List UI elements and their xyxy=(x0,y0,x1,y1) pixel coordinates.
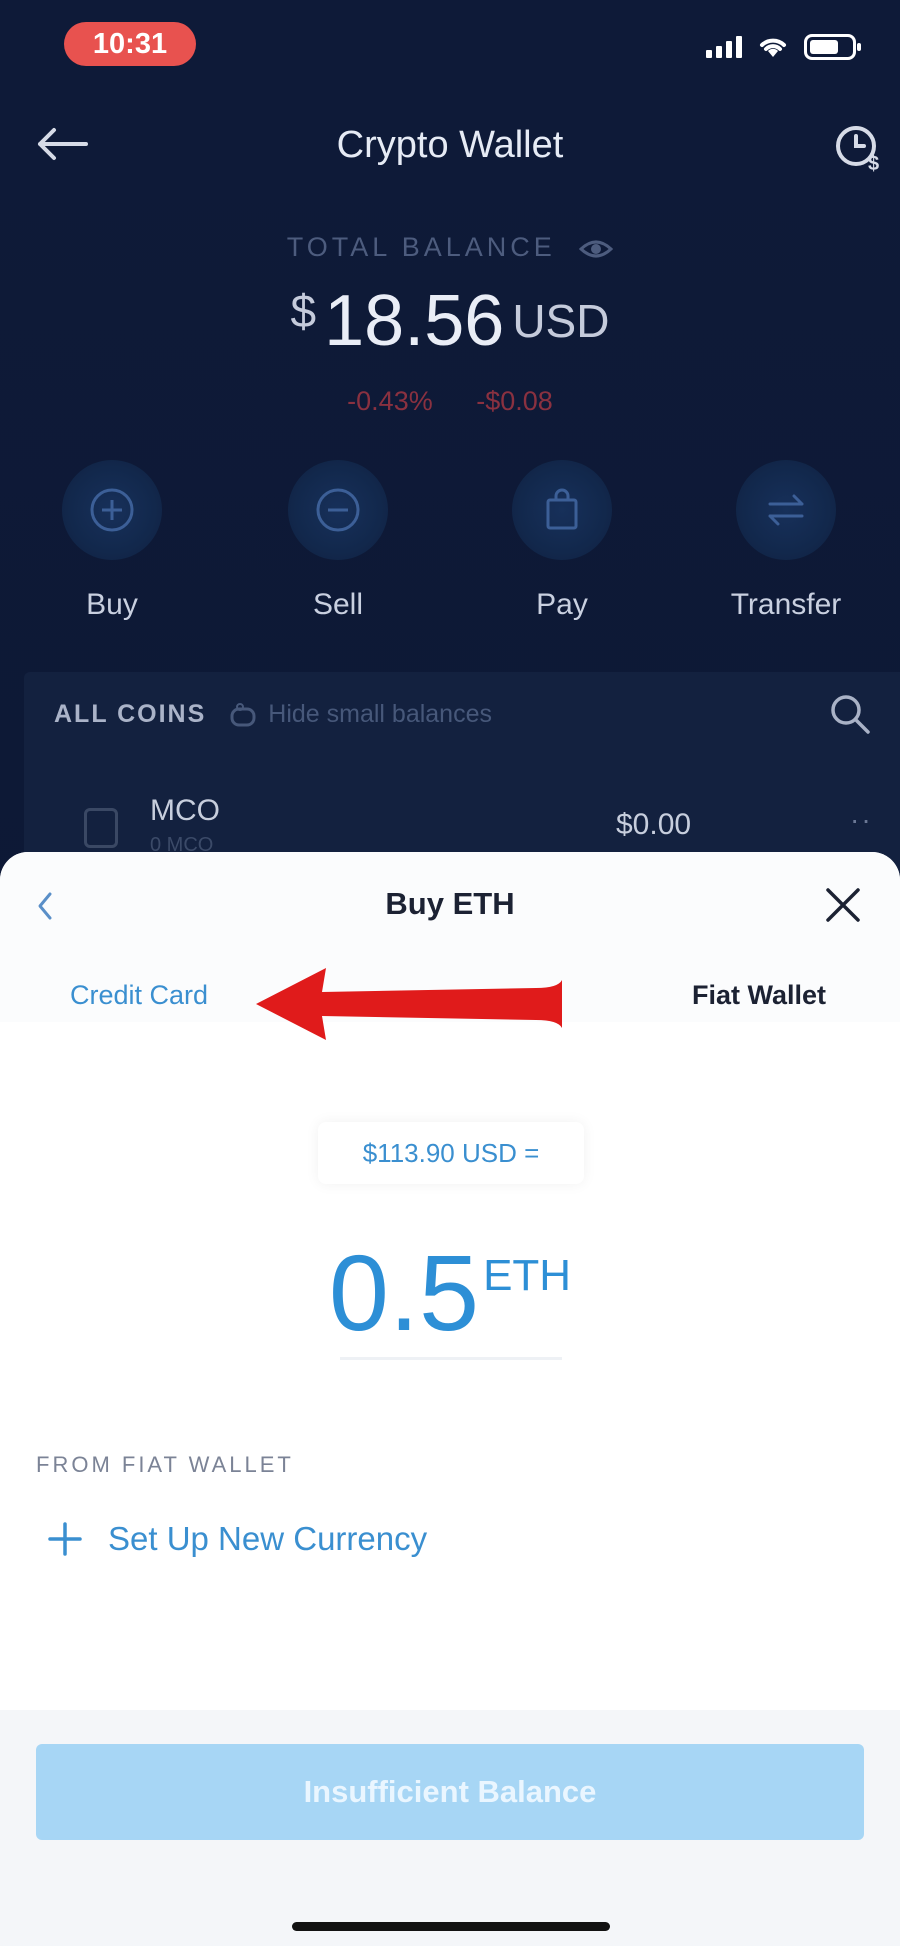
total-balance-label: TOTAL BALANCE xyxy=(0,232,900,263)
top-nav: Crypto Wallet $ xyxy=(0,110,900,180)
tab-credit-card[interactable]: Credit Card xyxy=(70,980,208,1011)
coins-header: ALL COINS Hide small balances xyxy=(54,700,492,729)
coin-value: $0.00 xyxy=(616,808,692,841)
shopping-bag-icon xyxy=(546,488,578,530)
plus-circle-icon xyxy=(90,488,134,532)
sheet-title: Buy ETH xyxy=(385,886,515,921)
eth-amount-unit: ETH xyxy=(483,1251,572,1300)
insufficient-balance-button[interactable]: Insufficient Balance xyxy=(36,1744,864,1840)
set-up-new-currency-label: Set Up New Currency xyxy=(108,1520,428,1557)
close-icon[interactable] xyxy=(822,884,864,926)
fiat-quote-pill[interactable]: $113.90 USD = xyxy=(318,1122,584,1184)
balance-change: -0.43% -$0.08 xyxy=(0,386,900,417)
action-circle xyxy=(62,460,162,560)
balance-unit: USD xyxy=(512,295,610,347)
hide-small-balances-label: Hide small balances xyxy=(268,700,492,728)
wallet-actions: Buy Sell Pay Transfer xyxy=(0,460,900,630)
page-title: Crypto Wallet xyxy=(336,124,564,166)
coin-row-mco[interactable]: MCO 0 MCO $0.00 ·· xyxy=(54,782,874,862)
plus-icon xyxy=(48,1522,82,1556)
balance-amount: 18.56 xyxy=(324,281,505,361)
transfer-arrows-icon xyxy=(768,494,804,526)
buy-label: Buy xyxy=(86,588,138,621)
minus-circle-icon xyxy=(316,488,360,532)
eth-amount-value: 0.5 xyxy=(328,1232,480,1353)
buy-button[interactable]: Buy xyxy=(22,460,202,622)
amount-underline xyxy=(340,1357,562,1360)
change-percent: -0.43% xyxy=(347,386,433,416)
pay-button[interactable]: Pay xyxy=(472,460,652,622)
transaction-history-icon[interactable]: $ xyxy=(830,120,886,176)
transfer-button[interactable]: Transfer xyxy=(696,460,876,622)
sell-button[interactable]: Sell xyxy=(248,460,428,622)
mco-coin-icon xyxy=(84,808,118,848)
search-icon[interactable] xyxy=(828,692,872,736)
balance-currency-symbol: $ xyxy=(290,285,317,337)
from-fiat-wallet-label: FROM FIAT WALLET xyxy=(36,1452,294,1477)
cellular-signal-icon xyxy=(706,36,742,58)
svg-text:$: $ xyxy=(868,153,879,175)
pay-label: Pay xyxy=(536,588,588,621)
annotation-arrow-icon xyxy=(256,968,562,1040)
wifi-icon xyxy=(760,38,786,57)
action-circle xyxy=(288,460,388,560)
status-time: 10:31 xyxy=(64,22,196,66)
action-circle xyxy=(736,460,836,560)
eye-icon[interactable] xyxy=(579,237,614,261)
action-circle xyxy=(512,460,612,560)
status-bar: 10:31 xyxy=(0,0,900,90)
battery-icon xyxy=(804,34,861,60)
piggy-bank-icon xyxy=(230,702,256,726)
coin-symbol: MCO xyxy=(150,794,220,827)
app-screen: 10:31 Crypto Wallet $ TOTAL BALANCE $ 18… xyxy=(0,0,900,1946)
change-value: -$0.08 xyxy=(476,386,553,416)
all-coins-label: ALL COINS xyxy=(54,700,207,728)
total-balance-value: $18.56 USD xyxy=(0,280,900,362)
status-icons xyxy=(706,34,861,60)
coin-more-menu[interactable]: ·· xyxy=(850,804,873,836)
transfer-label: Transfer xyxy=(730,588,842,621)
eth-amount[interactable]: 0.5ETH xyxy=(0,1230,900,1355)
set-up-new-currency-button[interactable]: Set Up New Currency xyxy=(48,1520,427,1558)
tab-fiat-wallet[interactable]: Fiat Wallet xyxy=(692,980,826,1011)
buy-eth-sheet: Buy ETH Credit Card Fiat Wallet $113.90 … xyxy=(0,852,900,1946)
sell-label: Sell xyxy=(312,588,364,621)
home-indicator xyxy=(292,1922,610,1931)
hide-small-balances-toggle[interactable]: Hide small balances xyxy=(228,700,492,729)
